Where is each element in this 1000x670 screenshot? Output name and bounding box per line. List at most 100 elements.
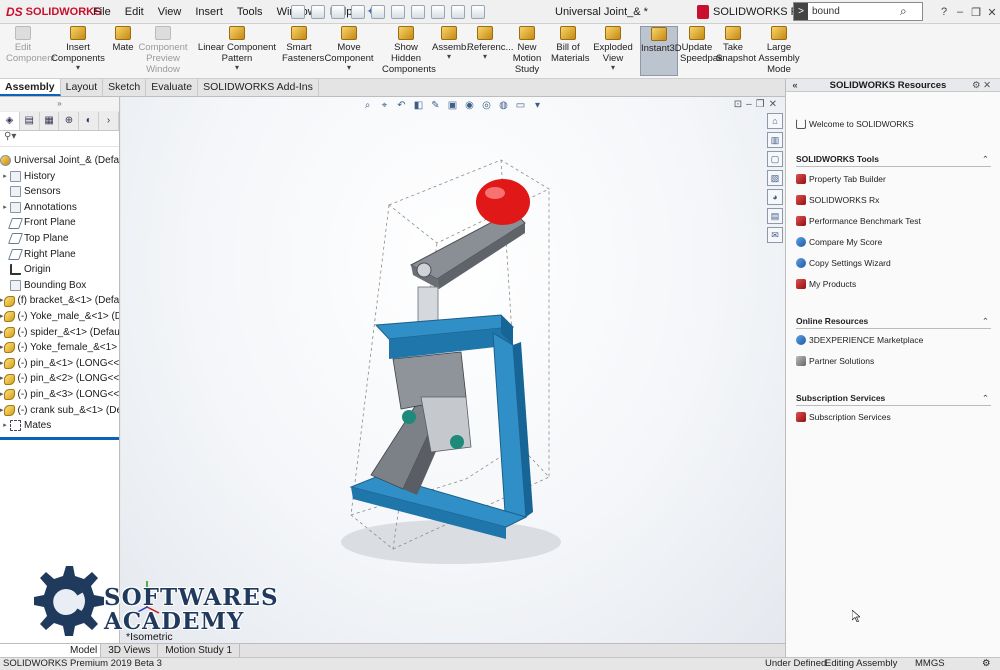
dimxpert-tab-icon[interactable]: ⊕ (59, 111, 80, 130)
show-hidden-components-button[interactable]: Show Hidden Components (382, 26, 436, 75)
design-library-tab-icon[interactable]: ▥ (767, 132, 783, 148)
tree-item[interactable]: ▸ (-) crank sub_&<1> (Defau (0, 403, 119, 419)
menu-view[interactable]: View (151, 0, 189, 24)
property-tab-builder-link[interactable]: Property Tab Builder (796, 174, 886, 184)
menu-edit[interactable]: Edit (118, 0, 151, 24)
expand-arrow-icon[interactable]: ▸ (0, 200, 10, 216)
display-manager-tab-icon[interactable]: ◐ (79, 111, 100, 130)
options-gear-icon[interactable] (471, 5, 485, 19)
tab-sketch[interactable]: Sketch (103, 79, 147, 96)
close-icon[interactable]: ✕ (984, 6, 1000, 19)
update-speedpak-button[interactable]: Update Speedpak (680, 26, 723, 64)
home-icon[interactable] (291, 5, 305, 19)
configuration-manager-tab-icon[interactable]: ▦ (40, 111, 60, 130)
dropdown-arrow-icon[interactable]: ▾ (193, 64, 281, 72)
take-snapshot-button[interactable]: Take Snapshot (716, 26, 756, 64)
linear-component-pattern-button[interactable]: Linear Component Pattern ▾ (193, 26, 281, 72)
property-manager-tab-icon[interactable]: ▤ (20, 111, 40, 130)
mate-button[interactable]: Mate (112, 26, 134, 53)
rebuild-icon[interactable] (431, 5, 445, 19)
tree-item[interactable]: Bounding Box (0, 278, 119, 294)
dropdown-arrow-icon[interactable]: ▾ (44, 64, 112, 72)
reference-geometry-button[interactable]: Referenc... ▾ (467, 26, 513, 61)
assembly-features-button[interactable]: Assemb... ▾ (432, 26, 474, 61)
move-component-button[interactable]: Move Component ▾ (318, 26, 380, 72)
red-knob[interactable] (476, 179, 530, 225)
expand-arrow-icon[interactable]: ▸ (0, 403, 4, 419)
resources-home-tab-icon[interactable]: ⌂ (767, 113, 783, 129)
tree-item[interactable]: ▸ Annotations (0, 200, 119, 216)
view-palette-tab-icon[interactable]: ▧ (767, 170, 783, 186)
my-products-link[interactable]: My Products (796, 279, 856, 289)
partner-solutions-link[interactable]: Partner Solutions (796, 356, 874, 366)
pin-2[interactable] (450, 435, 464, 449)
tree-item[interactable]: Origin (0, 262, 119, 278)
expand-arrow-icon[interactable]: ▸ (0, 340, 4, 356)
tree-filter[interactable]: ⚲▾ (0, 131, 119, 147)
expand-arrow-icon[interactable]: ▸ (0, 418, 10, 434)
tab-layout[interactable]: Layout (61, 79, 104, 96)
dropdown-arrow-icon[interactable]: ▾ (467, 53, 503, 61)
tree-item[interactable]: ▸ (f) bracket_&<1> (Default< (0, 293, 119, 309)
status-options-icon[interactable]: ⚙ (982, 658, 991, 670)
tab-3d-views[interactable]: 3D Views (101, 644, 159, 657)
save-icon[interactable] (351, 5, 365, 19)
tab-addins[interactable]: SOLIDWORKS Add-Ins (198, 79, 319, 96)
solidworks-logo[interactable]: DS SOLIDWORKS (0, 5, 101, 19)
expand-arrow-icon[interactable]: ▸ (0, 169, 10, 185)
smart-fasteners-button[interactable]: Smart Fasteners (282, 26, 324, 64)
file-explorer-tab-icon[interactable]: ▢ (767, 151, 783, 167)
minimize-icon[interactable]: – (952, 6, 968, 18)
menu-insert[interactable]: Insert (188, 0, 230, 24)
tree-item[interactable]: ▸ (-) Yoke_female_&<1> (De (0, 340, 119, 356)
dropdown-arrow-icon[interactable]: ▾ (318, 64, 380, 72)
restore-icon[interactable]: ❐ (968, 6, 984, 19)
expand-arrow-icon[interactable]: ▸ (0, 309, 4, 325)
tree-item[interactable]: ▸ (-) pin_&<2> (LONG<<LON (0, 371, 119, 387)
custom-properties-tab-icon[interactable]: ▤ (767, 208, 783, 224)
dropdown-arrow-icon[interactable]: ▾ (432, 53, 466, 61)
file-properties-icon[interactable] (451, 5, 465, 19)
tab-model[interactable]: Model (0, 644, 102, 657)
collapse-caret-icon[interactable]: ⌃ (982, 154, 989, 165)
dropdown-arrow-icon[interactable]: ▾ (588, 64, 638, 72)
undo-icon[interactable] (391, 5, 405, 19)
menu-file[interactable]: File (86, 0, 118, 24)
expand-arrow-icon[interactable]: ▸ (0, 325, 4, 341)
help-icon[interactable]: ? (936, 6, 952, 18)
new-document-icon[interactable] (311, 5, 325, 19)
expand-arrow-icon[interactable]: ▸ (0, 293, 4, 309)
tree-item[interactable]: Universal Joint_& (Default<De (0, 153, 119, 169)
tree-item[interactable]: ▸ Mates (0, 418, 119, 434)
search-box[interactable]: > ⌕ (793, 2, 923, 21)
section-subscription-services[interactable]: Subscription Services ⌃ (796, 393, 991, 406)
tab-motion-study-1[interactable]: Motion Study 1 (158, 644, 241, 657)
large-assembly-mode-button[interactable]: Large Assembly Mode (752, 26, 806, 75)
print-icon[interactable] (371, 5, 385, 19)
tree-item[interactable]: Top Plane (0, 231, 119, 247)
insert-components-button[interactable]: Insert Components ▾ (44, 26, 112, 72)
benchmark-test-link[interactable]: Performance Benchmark Test (796, 216, 921, 226)
section-solidworks-tools[interactable]: SOLIDWORKS Tools ⌃ (796, 154, 991, 167)
open-folder-icon[interactable] (331, 5, 345, 19)
collapse-handle[interactable]: » (0, 97, 119, 111)
copy-settings-wizard-link[interactable]: Copy Settings Wizard (796, 258, 891, 268)
component-preview-button[interactable]: Component Preview Window (134, 26, 192, 75)
tree-item[interactable]: ▸ (-) Yoke_male_&<1> (Defa (0, 309, 119, 325)
expand-arrow-icon[interactable]: ▸ (0, 371, 4, 387)
section-online-resources[interactable]: Online Resources ⌃ (796, 316, 991, 329)
solidworks-rx-link[interactable]: SOLIDWORKS Rx (796, 195, 879, 205)
forum-tab-icon[interactable]: ✉ (767, 227, 783, 243)
unit-system[interactable]: MMGS (915, 658, 945, 670)
expand-arrow-icon[interactable]: ▸ (0, 387, 4, 403)
expand-arrow-icon[interactable]: ▸ (0, 356, 4, 372)
tree-item[interactable]: ▸ History (0, 169, 119, 185)
tree-item[interactable]: Sensors (0, 184, 119, 200)
new-motion-study-button[interactable]: New Motion Study (505, 26, 549, 75)
select-arrow-icon[interactable] (411, 5, 425, 19)
tree-item[interactable]: ▸ (-) pin_&<3> (LONG<<LON (0, 387, 119, 403)
collapse-caret-icon[interactable]: ⌃ (982, 316, 989, 327)
bill-of-materials-button[interactable]: Bill of Materials (551, 26, 590, 64)
search-icon[interactable]: ⌕ (900, 4, 907, 19)
instant3d-button[interactable]: Instant3D (640, 26, 682, 76)
